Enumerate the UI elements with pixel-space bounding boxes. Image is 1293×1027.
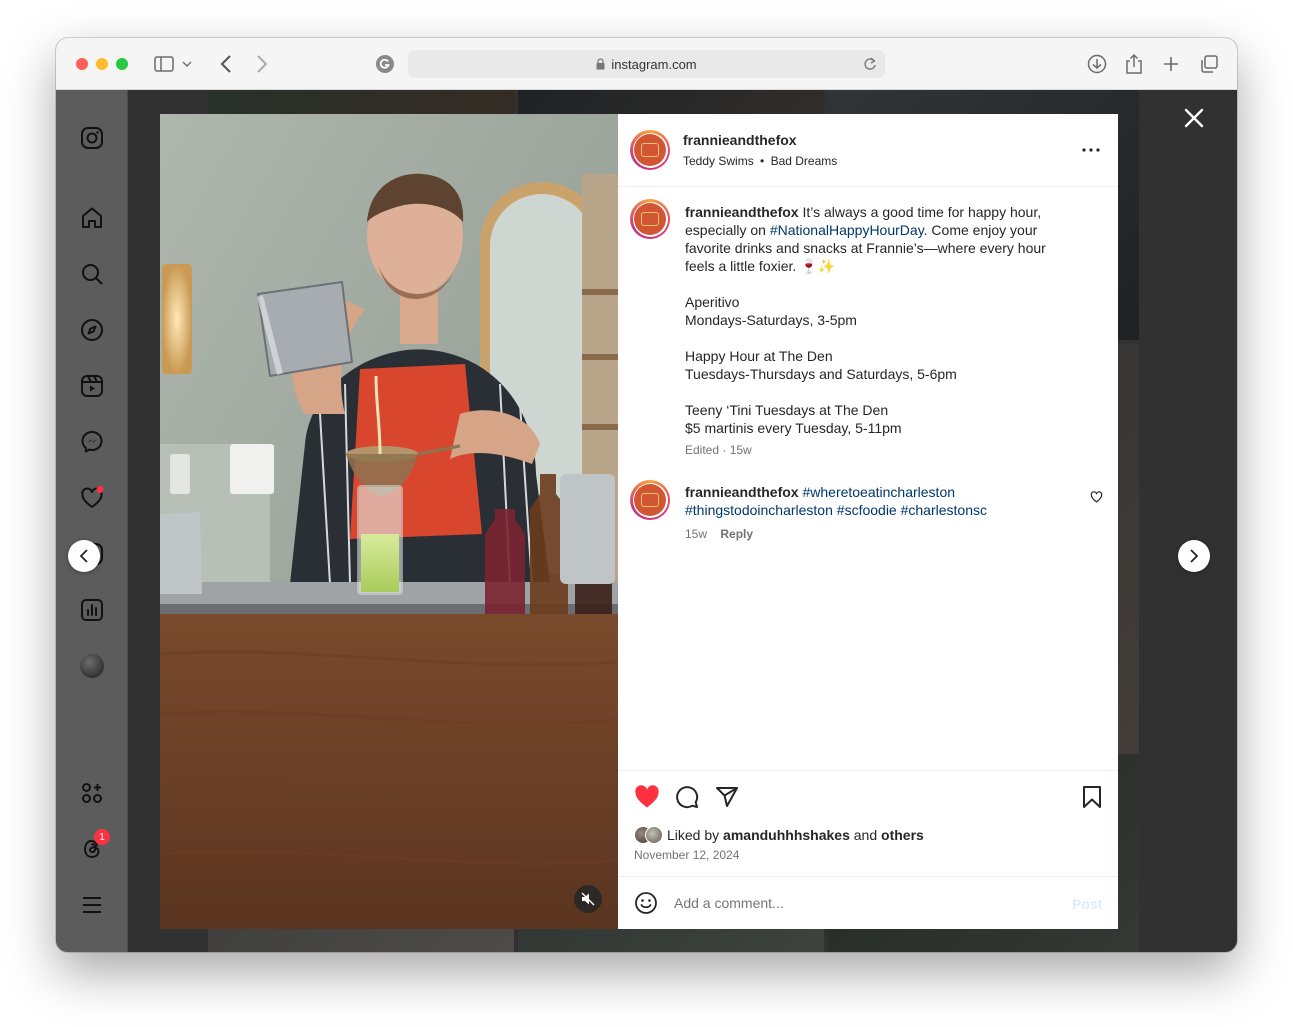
comment: frannieandthefox #wheretoeatincharleston… (685, 483, 1065, 541)
mute-button[interactable] (574, 885, 602, 913)
bookmark-icon[interactable] (1082, 785, 1102, 814)
hashtag-link[interactable]: #thingstodoincharleston (685, 502, 833, 518)
bartender-photo (160, 114, 618, 929)
emoji-icon[interactable] (634, 891, 658, 920)
instagram-logo-icon[interactable] (78, 124, 106, 152)
hashtag-link[interactable]: #charlestonsc (901, 502, 987, 518)
notification-badge: 1 (94, 829, 110, 845)
url-text: instagram.com (611, 56, 697, 72)
new-tab-icon[interactable] (1159, 52, 1183, 76)
likes-summary[interactable]: Liked by amanduhhhshakes and others (634, 826, 924, 844)
post-details-panel: frannieandthefox Teddy Swims • Bad Dream… (618, 114, 1118, 929)
downloads-icon[interactable] (1085, 52, 1109, 76)
more-options-icon[interactable] (1080, 140, 1102, 160)
home-icon[interactable] (78, 204, 106, 232)
audio-track: Bad Dreams (770, 154, 838, 168)
hashtag-link[interactable]: #wheretoeatincharleston (802, 484, 955, 500)
tab-overview-icon[interactable] (1197, 52, 1221, 76)
post-modal: frannieandthefox Teddy Swims • Bad Dream… (160, 114, 1118, 929)
caption-edited-meta: Edited · 15w (685, 443, 752, 457)
menu-icon[interactable] (78, 891, 106, 919)
share-icon[interactable] (1122, 52, 1146, 76)
lock-icon (596, 58, 605, 70)
instagram-sidebar: 1 (56, 90, 128, 952)
browser-window: instagram.com 1 frannieandthefox Teddy S… (56, 38, 1237, 952)
reply-button[interactable]: Reply (720, 527, 753, 541)
post-date: November 12, 2024 (634, 848, 740, 862)
previous-post-button[interactable] (68, 540, 100, 572)
explore-icon[interactable] (78, 316, 106, 344)
post-caption: frannieandthefox It’s always a good time… (685, 203, 1075, 457)
likes-and: and (853, 827, 878, 843)
forward-icon[interactable] (250, 52, 274, 76)
audio-artist: Teddy Swims (683, 154, 754, 168)
hashtag-link[interactable]: #scfoodie (837, 502, 897, 518)
caption-line: Tuesdays-Thursdays and Saturdays, 5-6pm (685, 366, 957, 382)
profile-avatar[interactable] (78, 652, 106, 680)
comment-avatar[interactable] (630, 480, 670, 520)
like-icon[interactable] (634, 785, 660, 814)
close-window-button[interactable] (76, 58, 88, 70)
audio-separator: • (760, 154, 765, 168)
threads-icon[interactable]: 1 (78, 829, 110, 863)
reload-icon[interactable] (863, 56, 877, 72)
caption-line: Mondays-Saturdays, 3-5pm (685, 312, 857, 328)
likes-prefix: Liked by (667, 827, 720, 843)
comment-icon[interactable] (675, 785, 699, 814)
post-video[interactable] (160, 114, 618, 929)
comment-input[interactable] (674, 891, 1044, 915)
dashboard-icon[interactable] (78, 596, 106, 624)
post-comment-button[interactable]: Post (1072, 896, 1102, 912)
chevron-down-icon[interactable] (180, 52, 194, 76)
minimize-window-button[interactable] (96, 58, 108, 70)
post-actions: Liked by amanduhhhshakes and others Nove… (618, 770, 1118, 876)
close-icon[interactable] (1182, 106, 1206, 130)
caption-avatar[interactable] (630, 199, 670, 239)
caption-username[interactable]: frannieandthefox (685, 204, 799, 220)
zoom-window-button[interactable] (116, 58, 128, 70)
comment-like-icon[interactable] (1090, 490, 1103, 508)
author-avatar[interactable] (630, 130, 670, 170)
comment-age: 15w (685, 527, 708, 541)
author-username[interactable]: frannieandthefox (683, 132, 797, 148)
heart-icon[interactable] (78, 484, 106, 512)
browser-toolbar: instagram.com (56, 38, 1237, 90)
comment-composer: Post (618, 876, 1118, 929)
search-icon[interactable] (78, 260, 106, 288)
sidebar-toggle-icon[interactable] (152, 52, 176, 76)
speaker-muted-icon (581, 892, 595, 906)
also-from-meta-icon[interactable] (78, 779, 106, 807)
chevron-left-icon (79, 549, 88, 563)
back-icon[interactable] (214, 52, 238, 76)
grammarly-extension-icon[interactable] (373, 52, 397, 76)
caption-line: $5 martinis every Tuesday, 5-11pm (685, 420, 902, 436)
post-header: frannieandthefox Teddy Swims • Bad Dream… (618, 114, 1118, 187)
liker-username[interactable]: amanduhhhshakes (723, 827, 850, 843)
reels-icon[interactable] (78, 372, 106, 400)
comment-username[interactable]: frannieandthefox (685, 484, 799, 500)
likes-others[interactable]: others (881, 827, 924, 843)
caption-line: Teeny ‘Tini Tuesdays at The Den (685, 402, 889, 418)
page-content: 1 frannieandthefox Teddy Swims • Bad Dre… (56, 90, 1237, 952)
liker-avatar (645, 826, 663, 844)
next-post-button[interactable] (1178, 540, 1210, 572)
audio-info[interactable]: Teddy Swims • Bad Dreams (683, 154, 837, 168)
caption-line: Happy Hour at The Den (685, 348, 833, 364)
hashtag-link[interactable]: #NationalHappyHourDay (770, 222, 924, 238)
messenger-icon[interactable] (78, 428, 106, 456)
address-bar[interactable]: instagram.com (408, 50, 885, 78)
chevron-right-icon (1190, 549, 1199, 563)
caption-line: Aperitivo (685, 294, 740, 310)
share-post-icon[interactable] (715, 785, 739, 814)
